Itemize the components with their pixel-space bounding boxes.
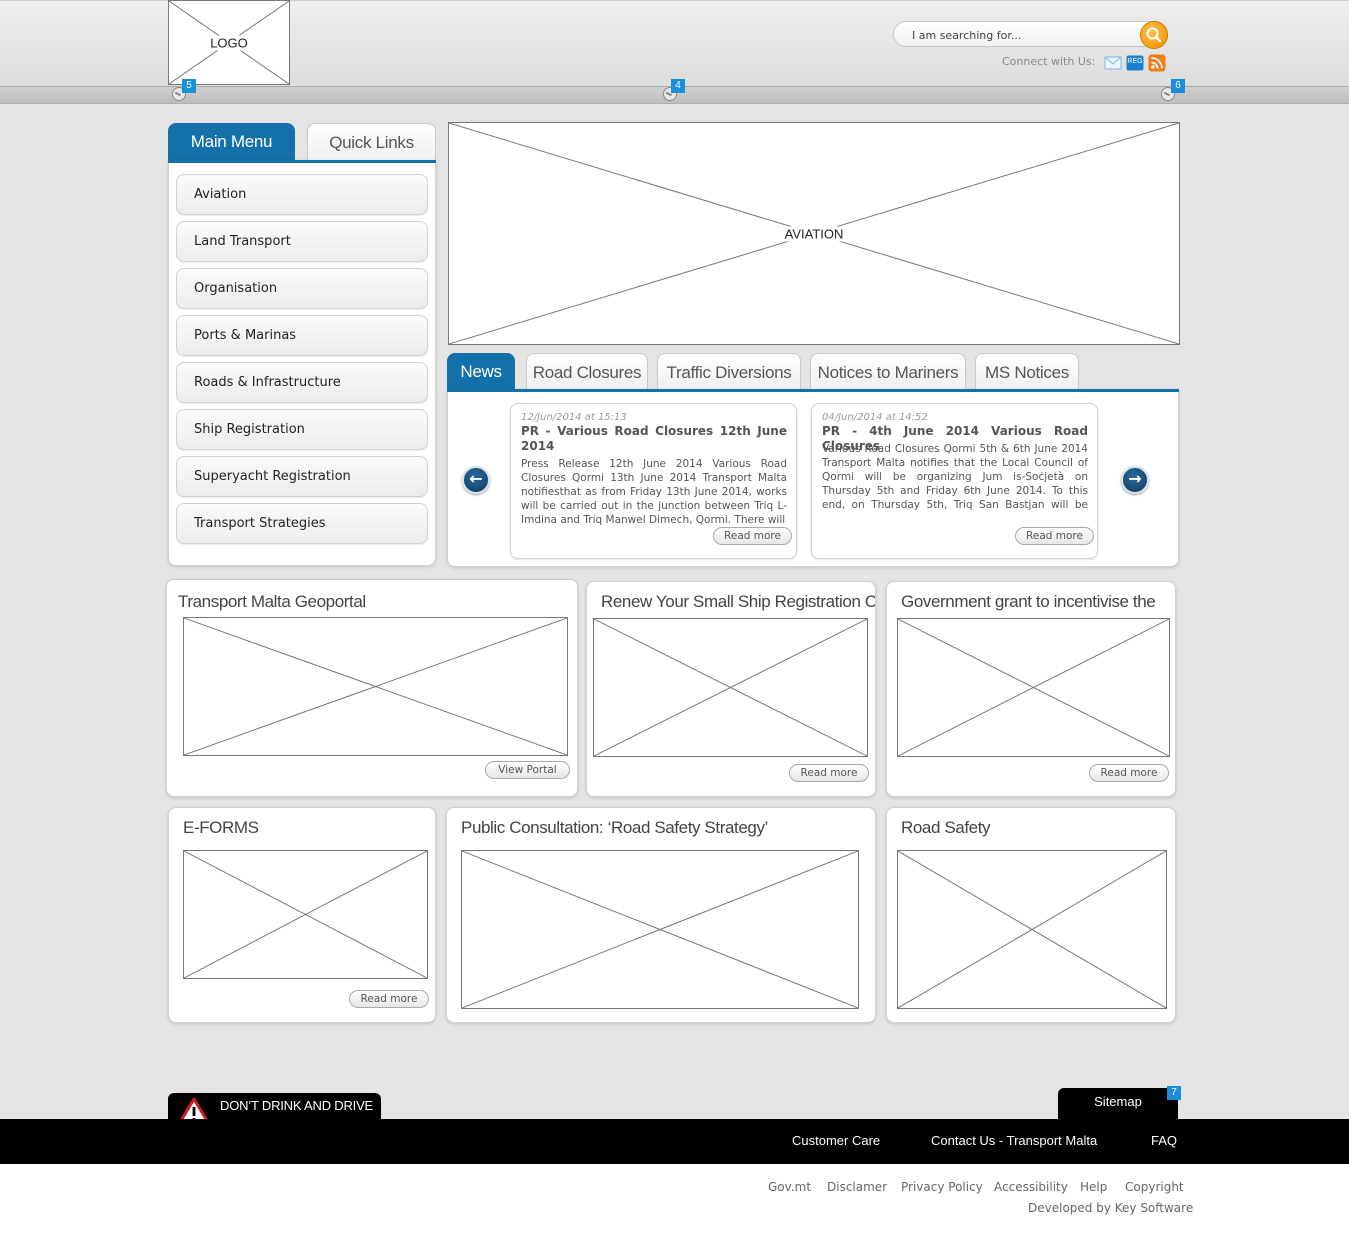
read-more-button[interactable]: Read more	[713, 527, 792, 545]
news-date: 04/Jun/2014 at 14:52	[822, 412, 928, 423]
road-safety-image[interactable]	[897, 850, 1167, 1009]
sidebar-item-organisation[interactable]: Organisation	[176, 268, 428, 309]
sitemap-tab[interactable]: Sitemap	[1058, 1088, 1178, 1119]
legal-link-accessibility[interactable]: Accessibility	[994, 1180, 1068, 1194]
search-input[interactable]	[912, 26, 1132, 44]
eforms-title[interactable]: E-FORMS	[183, 818, 259, 838]
news-item: 12/Jun/2014 at 15:13 PR - Various Road C…	[510, 403, 797, 559]
tab-notices-to-mariners[interactable]: Notices to Mariners	[810, 353, 966, 391]
annotation-marker-5: 5	[182, 79, 196, 93]
logo[interactable]: LOGO	[168, 0, 290, 85]
sidebar-item-roads-infrastructure[interactable]: Roads & Infrastructure	[176, 362, 428, 403]
tab-traffic-diversions[interactable]: Traffic Diversions	[657, 353, 801, 391]
dont-drink-banner[interactable]: DON’T DRINK AND DRIVE	[168, 1093, 381, 1125]
search-icon	[1146, 27, 1162, 43]
tab-news[interactable]: News	[447, 353, 515, 391]
news-body: Press Release 12th June 2014 Various Roa…	[521, 458, 787, 526]
sidebar-item-aviation[interactable]: Aviation	[176, 174, 428, 215]
ship-registration-image[interactable]	[593, 618, 868, 757]
read-more-button[interactable]: Read more	[1015, 527, 1094, 545]
legal-link-gov[interactable]: Gov.mt	[768, 1180, 811, 1194]
email-icon[interactable]	[1104, 54, 1122, 72]
sitemap-label: Sitemap	[1094, 1094, 1142, 1109]
developed-by[interactable]: Developed by Key Software	[1028, 1201, 1193, 1215]
legal-link-help[interactable]: Help	[1080, 1180, 1107, 1194]
read-more-button[interactable]: Read more	[789, 764, 869, 782]
footer-legal: Gov.mt Disclamer Privacy Policy Accessib…	[0, 1164, 1349, 1255]
sidebar-item-transport-strategies[interactable]: Transport Strategies	[176, 503, 428, 544]
read-more-button[interactable]: Read more	[349, 990, 429, 1008]
ship-registration-title[interactable]: Renew Your Small Ship Registration Onlin…	[601, 592, 875, 612]
sidebar-item-ports-marinas[interactable]: Ports & Marinas	[176, 315, 428, 356]
consultation-title[interactable]: Public Consultation: ‘Road Safety Strate…	[461, 818, 768, 838]
government-grant-box: Government grant to incentivise the Read…	[886, 581, 1176, 797]
view-portal-button[interactable]: View Portal	[485, 761, 570, 779]
consultation-box: Public Consultation: ‘Road Safety Strate…	[446, 807, 876, 1023]
legal-link-copyright[interactable]: Copyright	[1125, 1180, 1184, 1194]
hero-label: AVIATION	[782, 226, 846, 241]
geoportal-title[interactable]: Transport Malta Geoportal	[178, 592, 366, 612]
geoportal-image[interactable]	[183, 617, 568, 756]
news-date: 12/Jun/2014 at 15:13	[521, 412, 627, 423]
road-safety-title[interactable]: Road Safety	[901, 818, 991, 838]
sidebar-item-ship-registration[interactable]: Ship Registration	[176, 409, 428, 450]
reg-icon-text: REG	[1127, 58, 1143, 65]
arrow-right-icon[interactable]: →	[1121, 466, 1149, 494]
annotation-marker-4: 4	[671, 79, 685, 93]
legal-link-privacy[interactable]: Privacy Policy	[901, 1180, 983, 1194]
eforms-image[interactable]	[183, 850, 428, 979]
tab-ms-notices[interactable]: MS Notices	[975, 353, 1079, 391]
footer-link-contact-us[interactable]: Contact Us - Transport Malta	[931, 1133, 1097, 1148]
connect-label: Connect with Us:	[1002, 55, 1096, 68]
annotation-marker-7: 7	[1167, 1086, 1181, 1100]
search-box	[893, 21, 1168, 49]
read-more-button[interactable]: Read more	[1089, 764, 1169, 782]
news-body: Various Road Closures Qormi 5th & 6th Ju…	[822, 443, 1088, 511]
arrow-left-icon[interactable]: ←	[462, 466, 490, 494]
annotation-marker-6: 6	[1171, 79, 1185, 93]
footer-bar: Customer Care Contact Us - Transport Mal…	[0, 1119, 1349, 1164]
ship-registration-box: Renew Your Small Ship Registration Onlin…	[586, 581, 876, 797]
legal-link-disclaimer[interactable]: Disclamer	[827, 1180, 887, 1194]
geoportal-box: Transport Malta Geoportal View Portal	[166, 579, 578, 797]
government-grant-image[interactable]	[897, 618, 1170, 757]
rss-icon[interactable]	[1148, 54, 1166, 72]
dont-drink-text: DON’T DRINK AND DRIVE	[220, 1098, 374, 1113]
news-title[interactable]: PR - Various Road Closures 12th June 201…	[521, 424, 787, 454]
tab-road-closures[interactable]: Road Closures	[526, 353, 648, 391]
reg-icon[interactable]: REG	[1126, 54, 1144, 72]
footer-link-faq[interactable]: FAQ	[1151, 1133, 1177, 1148]
logo-label: LOGO	[208, 35, 250, 50]
tab-main-menu[interactable]: Main Menu	[168, 123, 295, 161]
search-button[interactable]	[1140, 21, 1168, 49]
road-safety-box: Road Safety	[886, 807, 1176, 1023]
news-tab-rule	[447, 389, 1179, 392]
government-grant-title[interactable]: Government grant to incentivise the	[901, 592, 1156, 612]
consultation-image[interactable]	[461, 850, 859, 1009]
hero-banner[interactable]: AVIATION	[448, 122, 1180, 345]
sidebar-item-land-transport[interactable]: Land Transport	[176, 221, 428, 262]
menu-tab-rule	[168, 160, 436, 163]
eforms-box: E-FORMS Read more	[168, 807, 436, 1023]
footer-link-customer-care[interactable]: Customer Care	[792, 1133, 880, 1148]
sidebar-item-superyacht-registration[interactable]: Superyacht Registration	[176, 456, 428, 497]
tab-quick-links[interactable]: Quick Links	[307, 123, 436, 161]
news-item: 04/Jun/2014 at 14:52 PR - 4th June 2014 …	[811, 403, 1098, 559]
